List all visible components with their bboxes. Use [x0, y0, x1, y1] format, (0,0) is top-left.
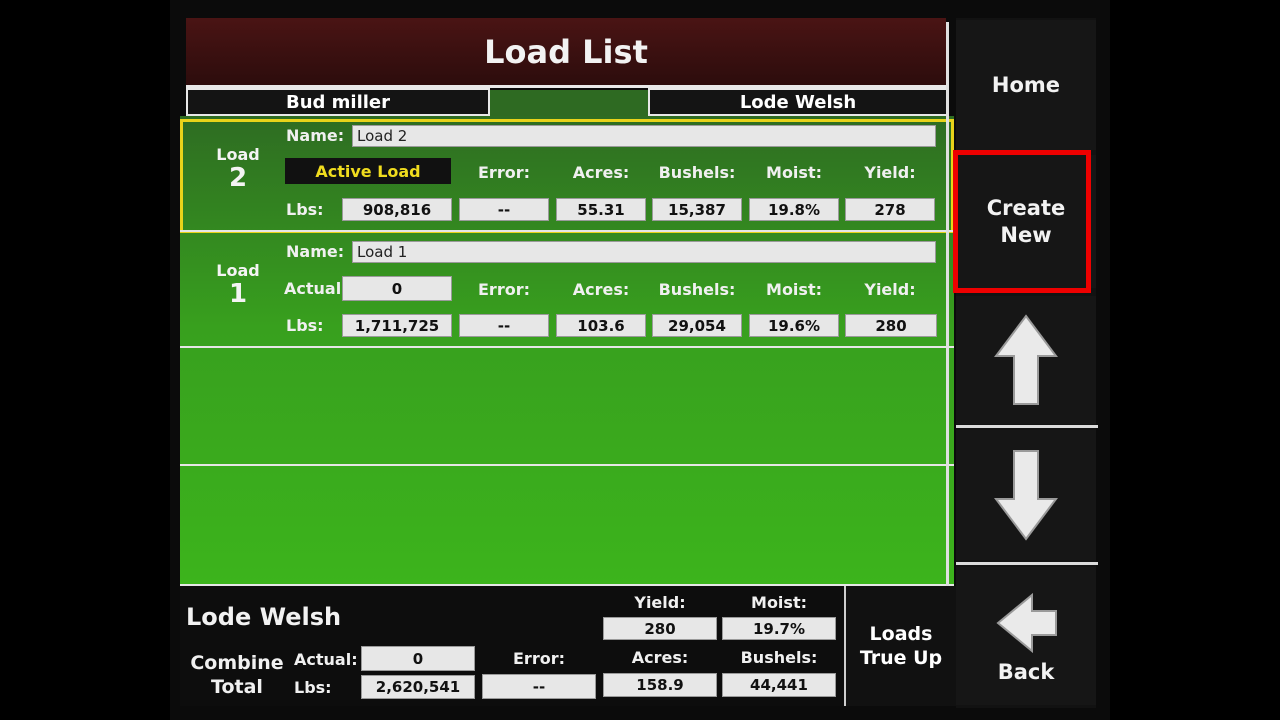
- load-number-1: Load 1: [206, 261, 270, 308]
- moist-value: 19.6%: [749, 314, 839, 337]
- lbs-label: Lbs:: [286, 316, 324, 335]
- sidebar-separator: [956, 425, 1098, 428]
- name-label: Name:: [286, 126, 345, 145]
- arrow-left-icon: [996, 592, 1057, 653]
- load-number-2: Load 2: [206, 145, 270, 192]
- empty-row-3[interactable]: [180, 348, 954, 464]
- true-up-line1: Loads: [869, 623, 933, 645]
- back-label: Back: [997, 659, 1055, 684]
- summary-error-value: --: [482, 674, 596, 699]
- combine-total-line2: Total: [211, 676, 263, 698]
- load-word: Load: [216, 261, 260, 280]
- yield-label: Yield:: [864, 280, 916, 299]
- actual-label: Actual:: [294, 650, 358, 669]
- page-title: Load List: [186, 18, 946, 86]
- actual-input[interactable]: 0: [342, 276, 452, 301]
- error-label: Error:: [478, 280, 530, 299]
- load-number: 1: [228, 279, 248, 309]
- moist-value: 19.8%: [749, 198, 839, 221]
- bushels-label: Bushels:: [740, 648, 818, 667]
- combine-total-line1: Combine: [190, 652, 284, 674]
- lbs-label: Lbs:: [286, 200, 324, 219]
- acres-label: Acres:: [631, 648, 689, 667]
- home-button[interactable]: Home: [956, 20, 1096, 150]
- yield-label: Yield:: [634, 593, 686, 612]
- arrow-down-icon: [994, 450, 1058, 541]
- sidebar-separator: [956, 562, 1098, 565]
- yield-label: Yield:: [864, 163, 916, 182]
- yield-value: 278: [845, 198, 935, 221]
- error-value: --: [459, 314, 549, 337]
- row-divider: [180, 230, 954, 232]
- operator-name[interactable]: Bud miller: [186, 88, 490, 116]
- field-name[interactable]: Lode Welsh: [648, 88, 948, 116]
- summary-bushels-value: 44,441: [722, 673, 836, 697]
- bushels-value: 29,054: [652, 314, 742, 337]
- subheader-spacer: [490, 90, 648, 116]
- moist-label: Moist:: [766, 280, 822, 299]
- error-label: Error:: [478, 163, 530, 182]
- summary-field-name: Lode Welsh: [186, 603, 342, 631]
- acres-value: 103.6: [556, 314, 646, 337]
- list-right-border: [946, 22, 949, 590]
- bushels-value: 15,387: [652, 198, 742, 221]
- summary-yield-value: 280: [603, 617, 717, 640]
- error-value: --: [459, 198, 549, 221]
- moist-label: Moist:: [766, 163, 822, 182]
- true-up-line2: True Up: [859, 647, 943, 669]
- name-label: Name:: [286, 242, 345, 261]
- back-button[interactable]: Back: [956, 567, 1096, 705]
- acres-label: Acres:: [572, 280, 630, 299]
- yield-value: 280: [845, 314, 937, 337]
- acres-value: 55.31: [556, 198, 646, 221]
- load-name-field[interactable]: Load 2: [352, 125, 936, 147]
- load-number: 2: [228, 163, 248, 193]
- summary-moist-value: 19.7%: [722, 617, 836, 640]
- scroll-down-button[interactable]: [956, 430, 1096, 560]
- load-word: Load: [216, 145, 260, 164]
- summary-acres-value: 158.9: [603, 673, 717, 697]
- combine-total-label: Combine Total: [190, 651, 284, 699]
- active-load-badge: Active Load: [285, 158, 451, 184]
- error-label: Error:: [513, 649, 565, 668]
- summary-actual-input[interactable]: 0: [361, 646, 475, 671]
- lbs-value: 908,816: [342, 198, 452, 221]
- bushels-label: Bushels:: [658, 280, 736, 299]
- bushels-label: Bushels:: [658, 163, 736, 182]
- lbs-value: 1,711,725: [342, 314, 452, 337]
- acres-label: Acres:: [572, 163, 630, 182]
- summary-lbs-value: 2,620,541: [361, 675, 475, 699]
- arrow-up-icon: [994, 314, 1058, 405]
- lbs-label: Lbs:: [294, 678, 332, 697]
- empty-row-4[interactable]: [180, 466, 954, 584]
- load-name-field[interactable]: Load 1: [352, 241, 936, 263]
- selection-highlight: [953, 150, 1091, 293]
- scroll-up-button[interactable]: [956, 296, 1096, 424]
- loads-true-up-button[interactable]: Loads True Up: [844, 586, 956, 706]
- moist-label: Moist:: [751, 593, 807, 612]
- actual-label: Actual:: [284, 279, 348, 298]
- home-label: Home: [991, 72, 1061, 97]
